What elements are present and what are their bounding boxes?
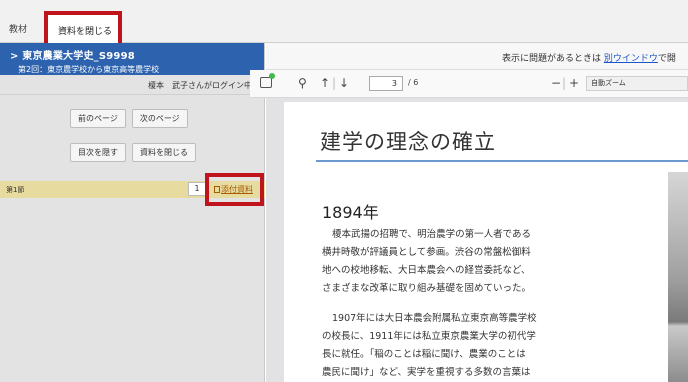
page-number-input[interactable]: 3 xyxy=(369,76,403,91)
pdf-toolbar: ⚲ ↑ | ↓ 3 / 6 − | + 自動ズーム xyxy=(250,70,688,98)
toc-buttons: 目次を隠す 資料を閉じる xyxy=(70,143,196,162)
attachment-icon xyxy=(214,186,220,193)
attachment-highlight: 添付資料 xyxy=(205,173,264,206)
prev-page-button[interactable]: 前のページ xyxy=(70,109,126,128)
zoom-select[interactable]: 自動ズーム xyxy=(586,76,688,91)
tab-close-material[interactable]: 資料を閉じる xyxy=(44,11,122,47)
document-viewer[interactable]: 建学の理念の確立 1894年 榎本武揚の招聘で、明治農学の第一人者である 横井時… xyxy=(266,98,688,382)
historical-photo xyxy=(668,172,688,382)
paragraph-2-line: 長に就任。「稲のことは稲に聞け、農業のことは xyxy=(322,349,526,360)
prev-page-arrow-icon[interactable]: ↑ xyxy=(320,76,330,90)
hide-toc-button[interactable]: 目次を隠す xyxy=(70,143,126,162)
login-status: 榎本 武子さんがログイン中 xyxy=(0,75,264,95)
sidebar-toggle-icon[interactable] xyxy=(260,73,275,88)
paragraph-2: 1907年には大日本農会附属私立東京高等農学校 の校長に、1911年には私立東京… xyxy=(322,310,592,382)
sidebar: > 東京農業大学史_S9998 第2回：東京農学校から東京高等農学校 榎本 武子… xyxy=(0,43,265,382)
next-page-button[interactable]: 次のページ xyxy=(131,109,188,128)
paragraph-2-line: の校長に、1911年には私立東京農業大学の初代学 xyxy=(322,331,536,342)
toolbar-divider: | xyxy=(332,76,337,90)
top-tab-bar: 教材 資料を閉じる xyxy=(0,0,688,47)
document-page: 建学の理念の確立 1894年 榎本武揚の招聘で、明治農学の第一人者である 横井時… xyxy=(284,102,688,382)
paragraph-1-line: 榎本武揚の招聘で、明治農学の第一人者である xyxy=(332,229,532,240)
heading-rule xyxy=(316,160,688,162)
zoom-out-icon[interactable]: − xyxy=(551,76,561,90)
next-page-arrow-icon[interactable]: ↓ xyxy=(339,76,349,90)
course-subtitle: 第2回：東京農学校から東京高等農学校 xyxy=(18,65,160,74)
document-heading: 建学の理念の確立 xyxy=(320,130,496,154)
document-year: 1894年 xyxy=(322,203,379,222)
section-page-number: 1 xyxy=(188,182,206,196)
paragraph-1-line: 横井時敬が評議員として参画。渋谷の常盤松御料 xyxy=(322,247,531,258)
course-header: > 東京農業大学史_S9998 第2回：東京農学校から東京高等農学校 xyxy=(0,43,264,75)
paragraph-1-line: さまざまな改革に取り組み基礎を固めていった。 xyxy=(322,283,532,294)
attachment-link[interactable]: 添付資料 xyxy=(214,184,253,195)
tab-kyozai[interactable]: 教材 xyxy=(9,22,27,35)
zoom-in-icon[interactable]: + xyxy=(569,76,579,90)
paragraph-1: 榎本武揚の招聘で、明治農学の第一人者である 横井時敬が評議員として参画。渋谷の常… xyxy=(322,226,592,298)
course-title[interactable]: > 東京農業大学史_S9998 xyxy=(10,47,264,62)
notice-text: 表示に問題があるときは xyxy=(502,54,602,64)
page-total: / 6 xyxy=(408,78,419,87)
notice-tail: で開 xyxy=(657,54,676,64)
section-label: 第1節 xyxy=(6,186,25,194)
paragraph-2-line: 農民に聞け」など、実学を重視する多数の言葉は xyxy=(322,367,531,378)
notice-bar: 表示に問題があるときは 別ウインドウで開 xyxy=(266,43,688,70)
close-material-button[interactable]: 資料を閉じる xyxy=(132,143,196,162)
paragraph-2-line: 1907年には大日本農会附属私立東京高等農学校 xyxy=(332,313,537,324)
search-icon[interactable]: ⚲ xyxy=(298,76,307,90)
notification-dot xyxy=(269,73,275,79)
attachment-label: 添付資料 xyxy=(221,185,253,194)
toolbar-divider-2: | xyxy=(562,76,567,90)
page-nav-buttons: 前のページ 次のページ xyxy=(70,109,188,128)
open-new-window-link[interactable]: 別ウインドウ xyxy=(604,54,658,64)
paragraph-1-line: 地への校地移転、大日本農会への経営委託など、 xyxy=(322,265,531,276)
tab-close-material-label: 資料を閉じる xyxy=(58,27,113,37)
